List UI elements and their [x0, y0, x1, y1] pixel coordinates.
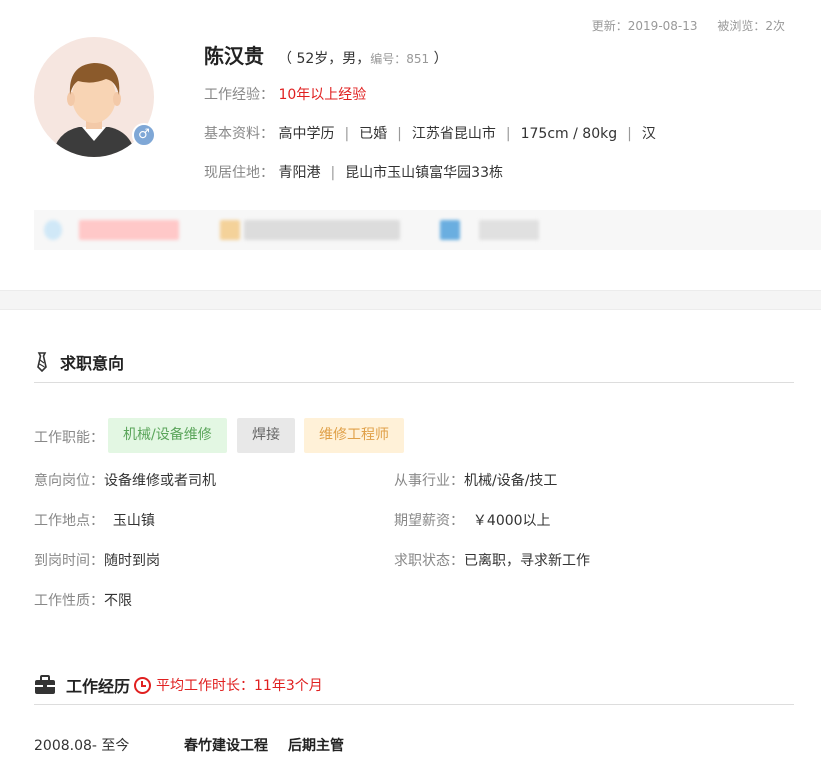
- experience-item: 2008.08- 至今 春竹建设工程 后期主管: [34, 735, 344, 755]
- work-exp-value: 10年以上经验: [278, 87, 367, 103]
- phone-icon: [44, 220, 62, 240]
- basic-info-row: 基本资料： 高中学历 | 已婚 | 江苏省昆山市 | 175cm / 80kg | 汉: [204, 126, 656, 142]
- address-row: 现居住地： 青阳港 | 昆山市玉山镇富华园33栋: [204, 165, 503, 181]
- male-gender-icon: ♂: [132, 123, 156, 147]
- basic-info-label: 基本资料：: [204, 126, 274, 142]
- address: 昆山市玉山镇富华园33栋: [345, 165, 503, 181]
- expected-salary: 期望薪资： ￥4000以上: [394, 513, 551, 529]
- job-status: 求职状态：已离职，寻求新工作: [394, 553, 590, 569]
- work-nature: 工作性质：不限: [34, 593, 132, 609]
- experience-period: 2008.08- 至今: [34, 738, 130, 754]
- view-count: 被浏览：2次: [717, 19, 785, 33]
- district: 青阳港: [278, 165, 321, 181]
- average-duration: 平均工作时长：11年3个月: [134, 675, 323, 695]
- experience-company: 春竹建设工程: [184, 738, 268, 754]
- functions-label: 工作职能：: [34, 430, 104, 446]
- candidate-header: 陈汉贵 （ 52岁，男，编号：851 ）: [204, 40, 448, 69]
- ethnicity: 汉: [641, 126, 656, 142]
- necktie-icon: [37, 352, 47, 372]
- work-experience-title: 工作经历: [66, 677, 131, 696]
- work-experience-row: 工作经验： 10年以上经验: [204, 84, 366, 104]
- avatar-container: ♂: [34, 37, 156, 157]
- blurred-qq: [479, 220, 539, 240]
- work-experience-divider: [34, 704, 794, 705]
- candidate-name: 陈汉贵: [204, 44, 264, 68]
- contact-info-hidden[interactable]: [34, 210, 821, 250]
- briefcase-icon: [35, 675, 55, 694]
- blurred-wechat: [244, 220, 400, 240]
- work-experience-header: 工作经历 平均工作时长：11年3个月: [34, 673, 323, 697]
- blurred-phone: [79, 220, 179, 240]
- height-weight: 175cm / 80kg: [520, 126, 618, 142]
- arrival-time: 到岗时间：随时到岗: [34, 553, 160, 569]
- id-value: 851: [406, 52, 430, 66]
- tag-function-1: 焊接: [237, 418, 295, 453]
- experience-role: 后期主管: [288, 738, 344, 754]
- work-location: 工作地点： 玉山镇: [34, 513, 155, 529]
- intended-position: 意向岗位：设备维修或者司机: [34, 473, 216, 489]
- job-intent-divider: [34, 382, 794, 383]
- age-gender: （ 52岁，男，: [278, 51, 371, 67]
- education: 高中学历: [278, 126, 335, 142]
- id-label: 编号：: [370, 52, 407, 66]
- job-intent-title: 求职意向: [60, 354, 125, 373]
- marital-status: 已婚: [359, 126, 388, 142]
- close-paren: ）: [429, 51, 448, 67]
- qq-icon: [440, 220, 460, 240]
- job-intent-header: 求职意向: [34, 350, 124, 374]
- clock-icon: [134, 676, 152, 694]
- page-meta: 更新：2019-08-13 被浏览：2次: [576, 17, 785, 34]
- tag-function-0: 机械/设备维修: [108, 418, 227, 453]
- candidate-summary: （ 52岁，男，编号：851 ）: [278, 48, 448, 68]
- address-label: 现居住地：: [204, 165, 274, 181]
- industry: 从事行业：机械/设备/技工: [394, 473, 558, 489]
- tag-function-2: 维修工程师: [304, 418, 404, 453]
- section-divider: [0, 290, 821, 310]
- chat-icon: [220, 220, 240, 240]
- native-place: 江苏省昆山市: [411, 126, 496, 142]
- updated-date: 更新：2019-08-13: [591, 19, 698, 33]
- work-exp-label: 工作经验：: [204, 87, 274, 103]
